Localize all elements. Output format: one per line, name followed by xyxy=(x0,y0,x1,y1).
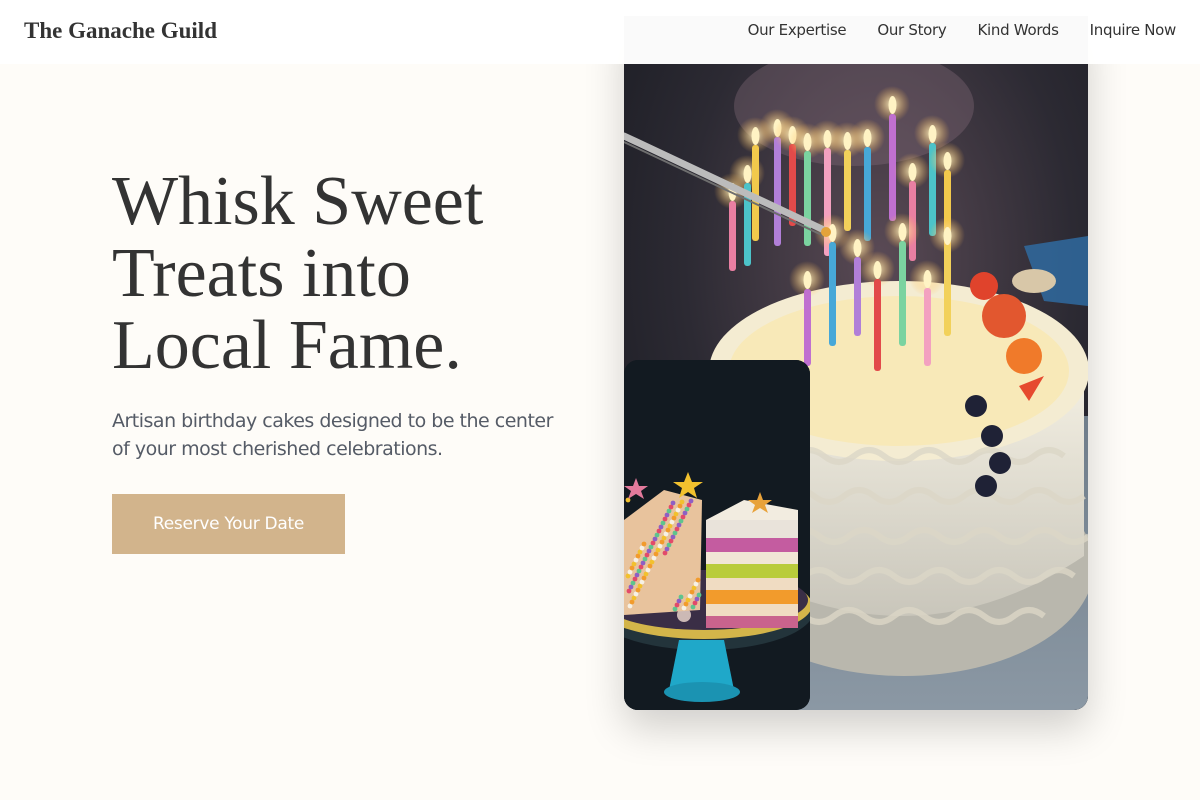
nav-link-kind-words[interactable]: Kind Words xyxy=(978,21,1059,39)
nav-link-our-story[interactable]: Our Story xyxy=(877,21,946,39)
nav-link-inquire-now[interactable]: Inquire Now xyxy=(1090,21,1177,39)
hero-subtitle-line: Artisan birthday cakes designed to be th… xyxy=(112,410,553,432)
hero-title-line: Whisk Sweet xyxy=(112,163,484,240)
site-header: The Ganache Guild Our Expertise Our Stor… xyxy=(0,0,1200,64)
nav-link-our-expertise[interactable]: Our Expertise xyxy=(748,21,847,39)
rainbow-cake-slices-photo xyxy=(624,360,810,710)
hero-title-line: Treats into xyxy=(112,235,411,312)
reserve-date-button[interactable]: Reserve Your Date xyxy=(112,494,345,554)
hero-subtitle: Artisan birthday cakes designed to be th… xyxy=(112,407,592,463)
hero-title-line: Local Fame. xyxy=(112,307,462,384)
main-nav: Our Expertise Our Story Kind Words Inqui… xyxy=(748,21,1177,39)
hero-title: Whisk Sweet Treats into Local Fame. xyxy=(112,166,582,382)
hero-subtitle-line: of your most cherished celebrations. xyxy=(112,438,443,460)
brand-logo[interactable]: The Ganache Guild xyxy=(24,18,217,44)
